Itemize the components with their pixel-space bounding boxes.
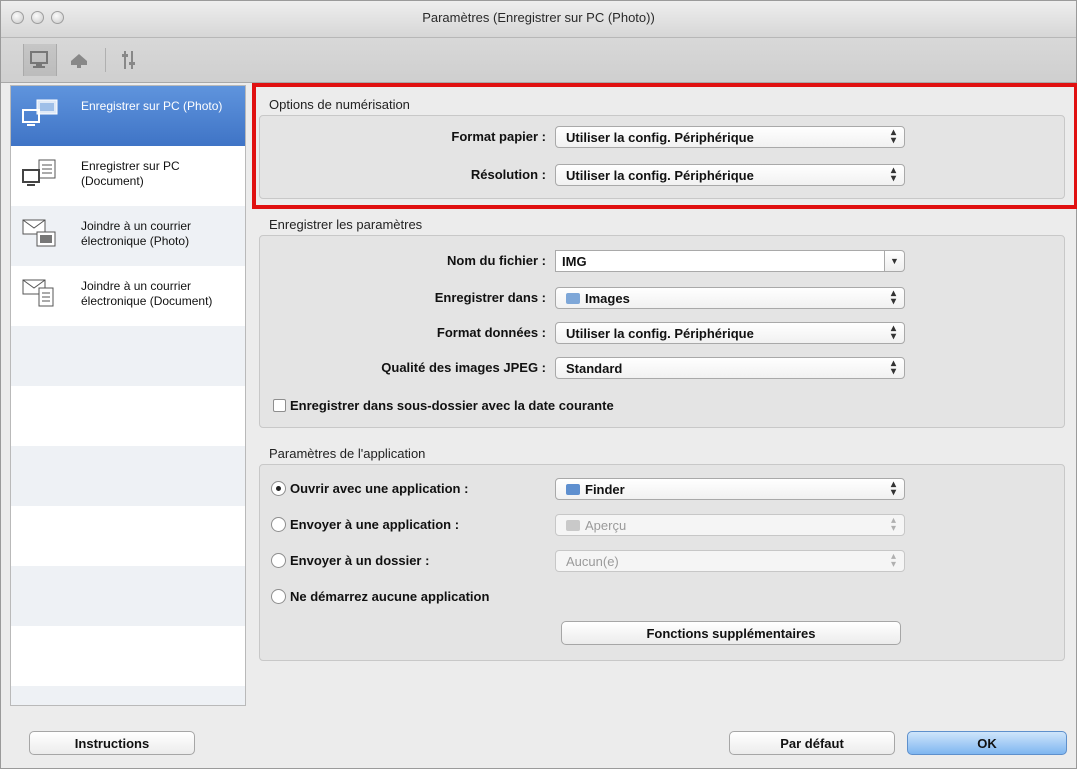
- save-settings-title: Enregistrer les paramètres: [269, 217, 423, 232]
- radio-selected-dot: [276, 486, 281, 491]
- sidebar-empty-row: [11, 686, 245, 705]
- data-format-select[interactable]: Utiliser la config. Périphérique ▴ ▾: [555, 322, 905, 344]
- open-with-value: Finder: [585, 482, 625, 497]
- data-format-label: Format données :: [436, 325, 546, 340]
- sidebar-item-save-pc-document[interactable]: Enregistrer sur PC (Document): [11, 146, 245, 206]
- send-to-app-label: Envoyer à une application :: [290, 517, 460, 532]
- sidebar-item-email-photo[interactable]: Joindre à un courrier électronique (Phot…: [11, 206, 245, 266]
- save-in-value: Images: [585, 291, 630, 306]
- jpeg-quality-select[interactable]: Standard ▴ ▾: [555, 357, 905, 379]
- popup-arrows-icon: ▴ ▾: [890, 323, 896, 342]
- sidebar-empty-row: [11, 386, 245, 446]
- sidebar-item-label: Joindre à un courrier électronique (Phot…: [81, 219, 192, 248]
- data-format-value: Utiliser la config. Périphérique: [566, 326, 754, 341]
- save-to-pc-photo-icon: [21, 98, 61, 130]
- send-to-app-value: Aperçu: [585, 518, 627, 533]
- toolbar-separator: [105, 48, 106, 72]
- subfolder-label: Enregistrer dans sous-dossier avec la da…: [290, 398, 614, 413]
- subfolder-checkbox[interactable]: [273, 399, 286, 412]
- sidebar: Enregistrer sur PC (Photo) Enregistrer s…: [10, 85, 246, 706]
- send-to-folder-radio[interactable]: [271, 553, 286, 568]
- finder-icon: [566, 484, 580, 495]
- no-app-label: Ne démarrez aucune application: [290, 589, 490, 604]
- popup-arrows-icon: ▴ ▾: [890, 479, 896, 498]
- settings-window: Paramètres (Enregistrer sur PC (Photo)) …: [0, 0, 1077, 769]
- sidebar-item-save-pc-photo[interactable]: Enregistrer sur PC (Photo): [11, 86, 245, 146]
- email-photo-icon: [21, 218, 61, 250]
- file-name-input[interactable]: IMG: [555, 250, 885, 272]
- open-with-radio[interactable]: [271, 481, 286, 496]
- sidebar-item-label: Enregistrer sur PC (Photo): [81, 99, 223, 113]
- save-in-select[interactable]: Images ▴ ▾: [555, 287, 905, 309]
- sidebar-item-email-document[interactable]: Joindre à un courrier électronique (Docu…: [11, 266, 245, 326]
- folder-icon: [566, 293, 580, 304]
- jpeg-quality-label: Qualité des images JPEG :: [381, 360, 546, 375]
- ok-button[interactable]: OK: [907, 731, 1067, 755]
- preview-app-icon: [566, 520, 580, 531]
- save-to-pc-document-icon: [21, 158, 61, 190]
- defaults-button[interactable]: Par défaut: [729, 731, 895, 755]
- no-app-radio[interactable]: [271, 589, 286, 604]
- computer-icon[interactable]: [23, 44, 57, 76]
- open-with-label: Ouvrir avec une application :: [290, 481, 469, 496]
- send-to-app-select[interactable]: Aperçu ▴ ▾: [555, 514, 905, 536]
- sidebar-item-label: Joindre à un courrier électronique (Docu…: [81, 279, 213, 308]
- jpeg-quality-value: Standard: [566, 361, 623, 376]
- popup-arrows-icon: ▴ ▾: [890, 551, 896, 570]
- title-bar: Paramètres (Enregistrer sur PC (Photo)): [1, 1, 1076, 38]
- app-settings-title: Paramètres de l'application: [269, 446, 426, 461]
- sidebar-empty-row: [11, 506, 245, 566]
- sidebar-empty-row: [11, 326, 245, 386]
- send-to-folder-label: Envoyer à un dossier :: [290, 553, 430, 568]
- send-to-app-radio[interactable]: [271, 517, 286, 532]
- highlight-frame: [252, 83, 1077, 209]
- sidebar-empty-row: [11, 566, 245, 626]
- email-document-icon: [21, 278, 61, 310]
- chevron-down-icon[interactable]: ▼: [885, 250, 905, 272]
- open-with-select[interactable]: Finder ▴ ▾: [555, 478, 905, 500]
- more-functions-button[interactable]: Fonctions supplémentaires: [561, 621, 901, 645]
- sidebar-item-label: Enregistrer sur PC (Document): [81, 159, 180, 188]
- instructions-button[interactable]: Instructions: [29, 731, 195, 755]
- sidebar-empty-row: [11, 446, 245, 506]
- sidebar-empty-row: [11, 626, 245, 686]
- toolbar: [1, 38, 1076, 83]
- window-title: Paramètres (Enregistrer sur PC (Photo)): [422, 10, 655, 25]
- file-name-label: Nom du fichier :: [447, 253, 546, 268]
- scanner-icon[interactable]: [63, 44, 95, 76]
- popup-arrows-icon: ▴ ▾: [890, 288, 896, 307]
- popup-arrows-icon: ▴ ▾: [890, 358, 896, 377]
- send-to-folder-select[interactable]: Aucun(e) ▴ ▾: [555, 550, 905, 572]
- popup-arrows-icon: ▴ ▾: [890, 515, 896, 534]
- general-settings-icon[interactable]: [113, 44, 145, 76]
- save-in-label: Enregistrer dans :: [434, 290, 546, 305]
- send-to-folder-value: Aucun(e): [566, 554, 619, 569]
